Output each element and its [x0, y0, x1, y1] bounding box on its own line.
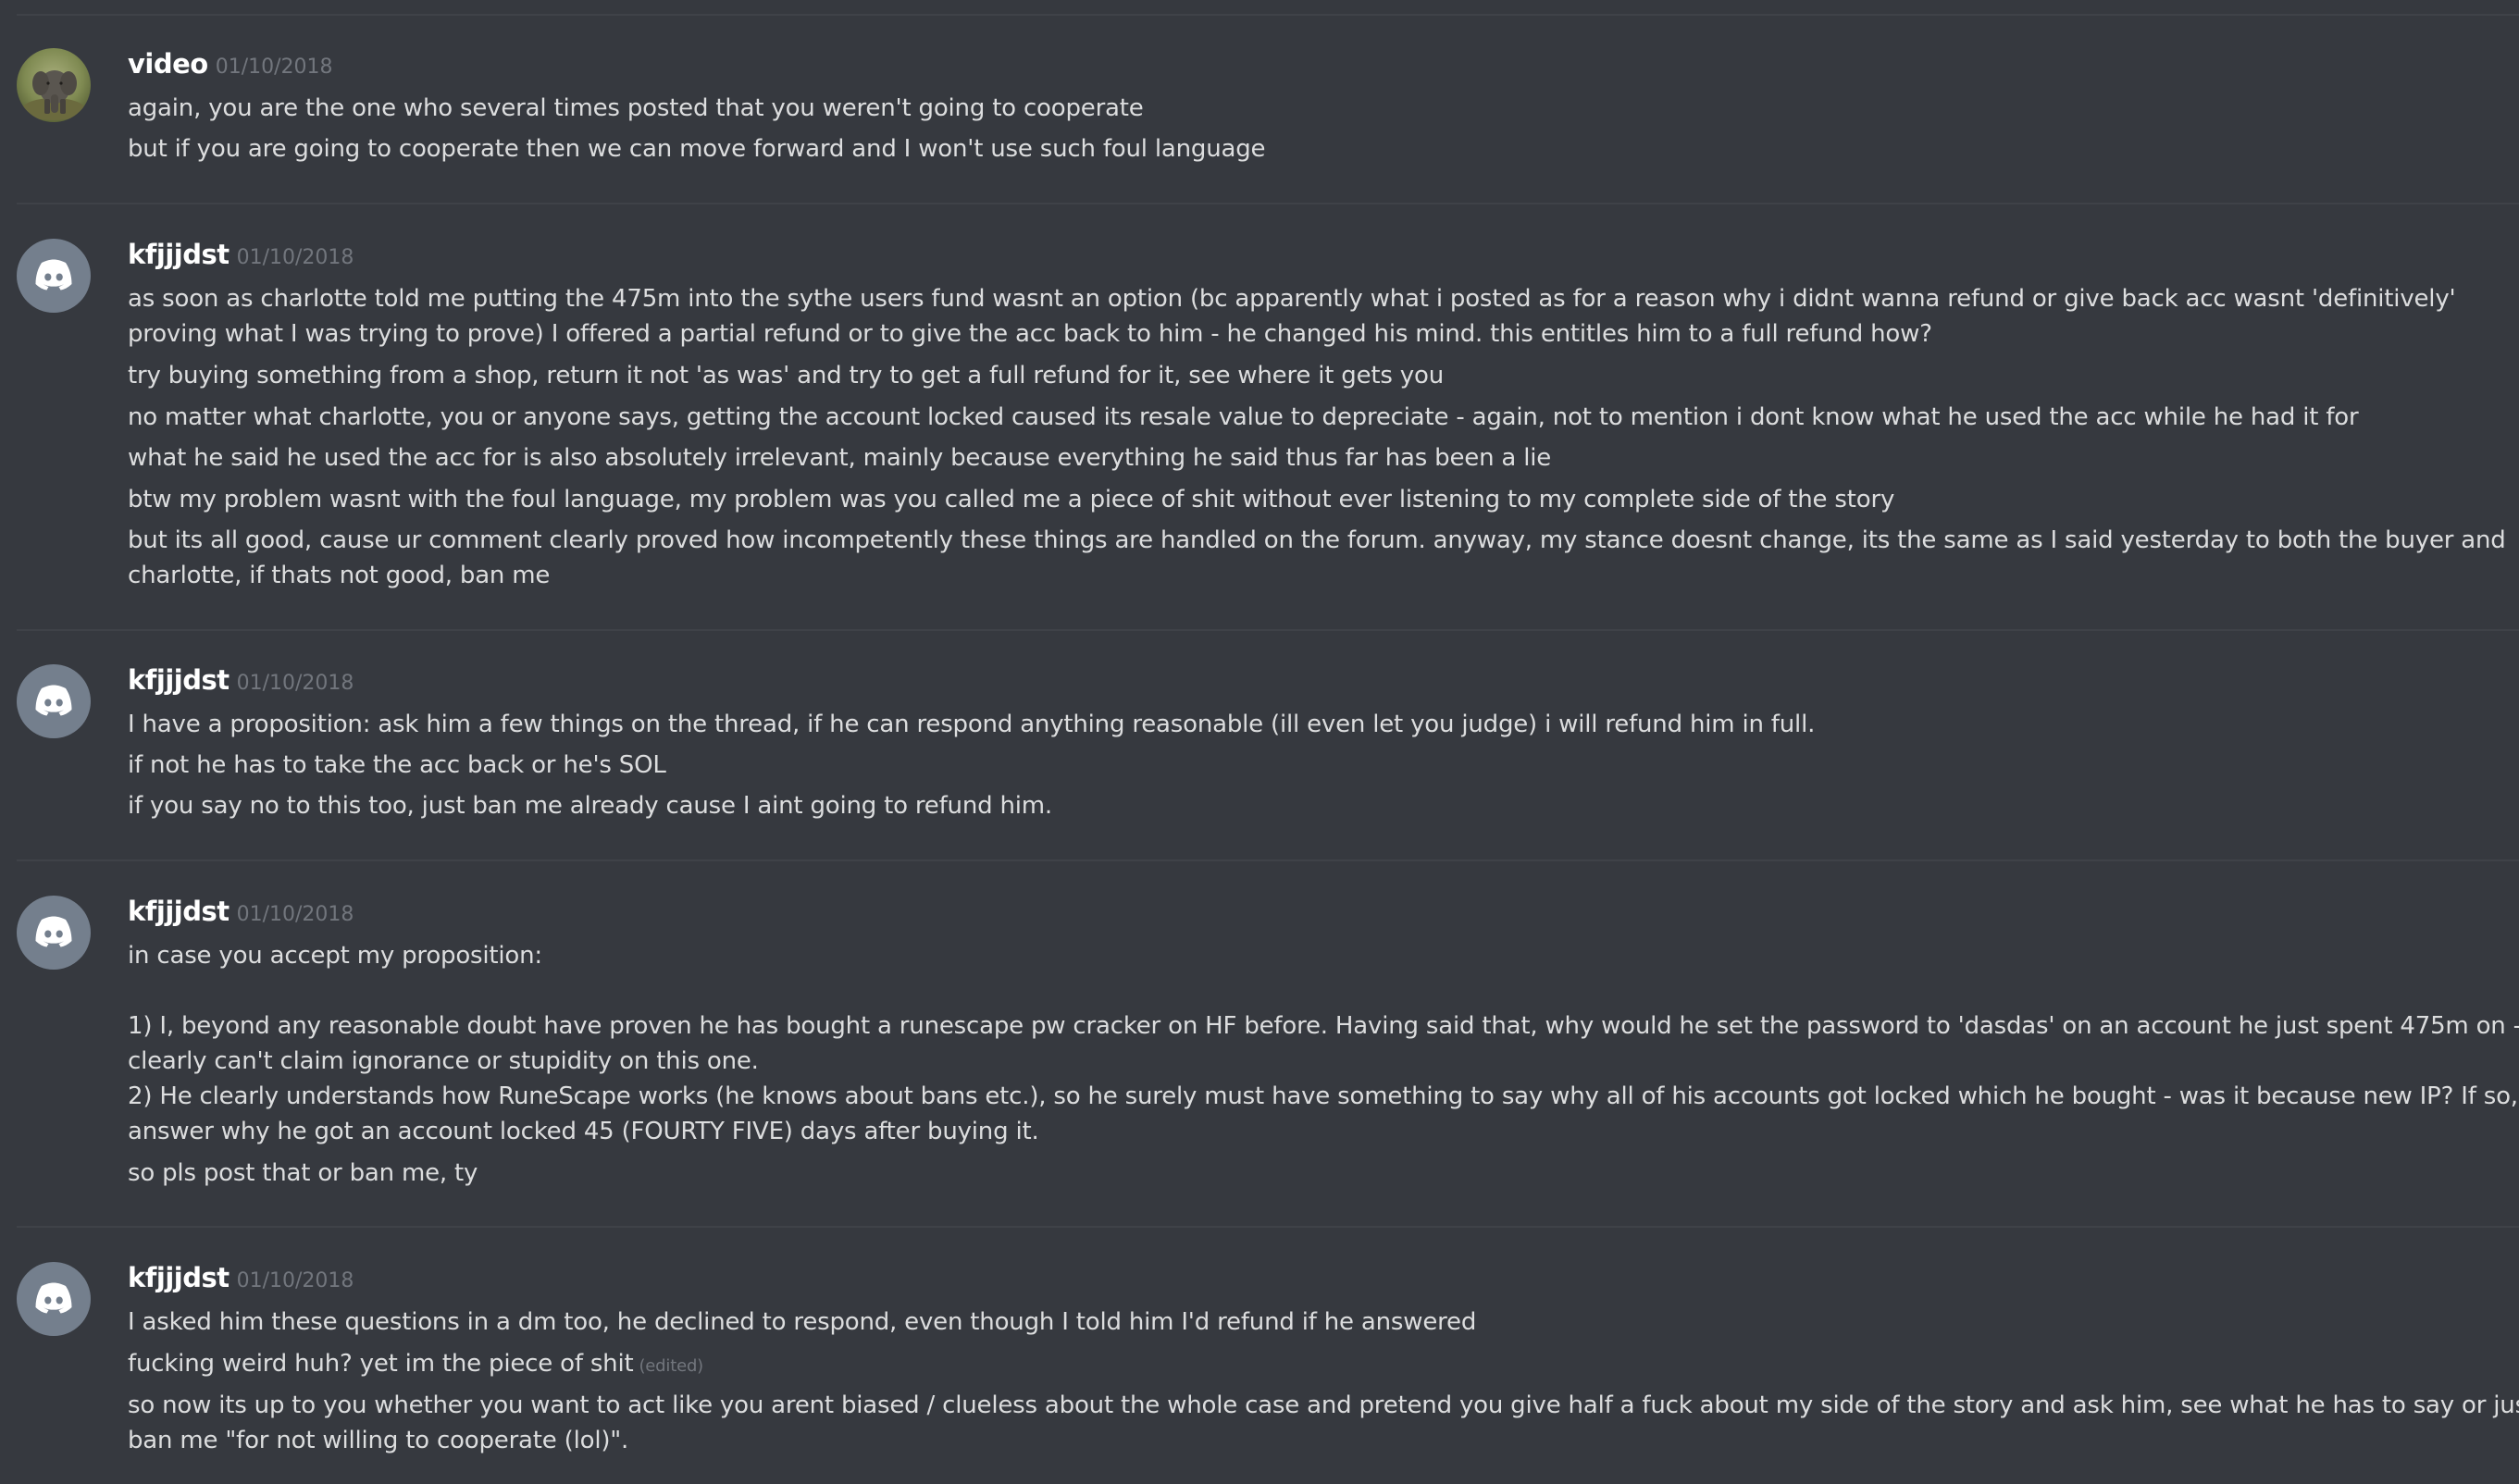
divider — [17, 1226, 2519, 1228]
discord-logo-icon — [35, 259, 72, 291]
divider — [17, 14, 2519, 16]
avatar-kfjjjdst[interactable] — [17, 664, 91, 738]
message-header: video 01/10/2018 — [128, 48, 333, 80]
discord-logo-icon — [35, 916, 72, 947]
username[interactable]: kfjjjdst — [128, 1262, 230, 1293]
message-line: btw my problem wasnt with the foul langu… — [128, 486, 1895, 513]
message-line: so pls post that or ban me, ty — [128, 1159, 478, 1187]
message-line: in case you accept my proposition: — [128, 942, 542, 970]
divider — [17, 203, 2519, 204]
divider — [17, 629, 2519, 631]
message-line: but its all good, cause ur comment clear… — [128, 526, 2506, 554]
message-line: 2) He clearly understands how RuneScape … — [128, 1082, 2519, 1110]
message-line: but if you are going to cooperate then w… — [128, 135, 1266, 163]
message-line: fucking weird huh? yet im the piece of s… — [128, 1346, 2491, 1384]
avatar-kfjjjdst[interactable] — [17, 1262, 91, 1336]
message-line: 1) I, beyond any reasonable doubt have p… — [128, 1012, 2519, 1040]
message-line: charlotte, if thats not good, ban me — [128, 562, 551, 589]
message-text: fucking weird huh? yet im the piece of s… — [128, 1350, 634, 1378]
message-line: if you say no to this too, just ban me a… — [128, 792, 1052, 820]
timestamp: 01/10/2018 — [236, 903, 354, 926]
message-header: kfjjjdst 01/10/2018 — [128, 1262, 354, 1293]
username[interactable]: kfjjjdst — [128, 896, 230, 927]
avatar-kfjjjdst[interactable] — [17, 239, 91, 313]
message-line: proving what I was trying to prove) I of… — [128, 320, 1932, 348]
username[interactable]: kfjjjdst — [128, 664, 230, 696]
divider — [17, 859, 2519, 861]
message-header: kfjjjdst 01/10/2018 — [128, 896, 354, 927]
message-line: clearly can't claim ignorance or stupidi… — [128, 1047, 759, 1075]
timestamp: 01/10/2018 — [236, 1269, 354, 1292]
message-line: I have a proposition: ask him a few thin… — [128, 711, 1816, 738]
message-line: I asked him these questions in a dm too,… — [128, 1308, 1477, 1336]
message-header: kfjjjdst 01/10/2018 — [128, 239, 354, 270]
message-header: kfjjjdst 01/10/2018 — [128, 664, 354, 696]
message-line: so now its up to you whether you want to… — [128, 1391, 2519, 1419]
chat-message-list: video 01/10/2018 again, you are the one w… — [0, 0, 2519, 1484]
message-line: ban me "for not willing to cooperate (lo… — [128, 1427, 629, 1454]
message-line: no matter what charlotte, you or anyone … — [128, 403, 2359, 431]
elephant-avatar-icon — [17, 48, 91, 122]
username[interactable]: video — [128, 48, 208, 80]
timestamp: 01/10/2018 — [215, 56, 333, 79]
message-line: what he said he used the acc for is also… — [128, 444, 1552, 472]
edited-label: (edited) — [639, 1356, 703, 1376]
timestamp: 01/10/2018 — [236, 672, 354, 695]
discord-logo-icon — [35, 685, 72, 716]
message-line: as soon as charlotte told me putting the… — [128, 285, 2456, 313]
discord-logo-icon — [35, 1282, 72, 1314]
message-line: again, you are the one who several times… — [128, 94, 1144, 122]
avatar-video[interactable] — [17, 48, 91, 122]
avatar-kfjjjdst[interactable] — [17, 896, 91, 970]
message-line: if not he has to take the acc back or he… — [128, 751, 666, 779]
message-line: answer why he got an account locked 45 (… — [128, 1118, 1039, 1145]
timestamp: 01/10/2018 — [236, 246, 354, 269]
message-line: try buying something from a shop, return… — [128, 362, 1444, 390]
username[interactable]: kfjjjdst — [128, 239, 230, 270]
